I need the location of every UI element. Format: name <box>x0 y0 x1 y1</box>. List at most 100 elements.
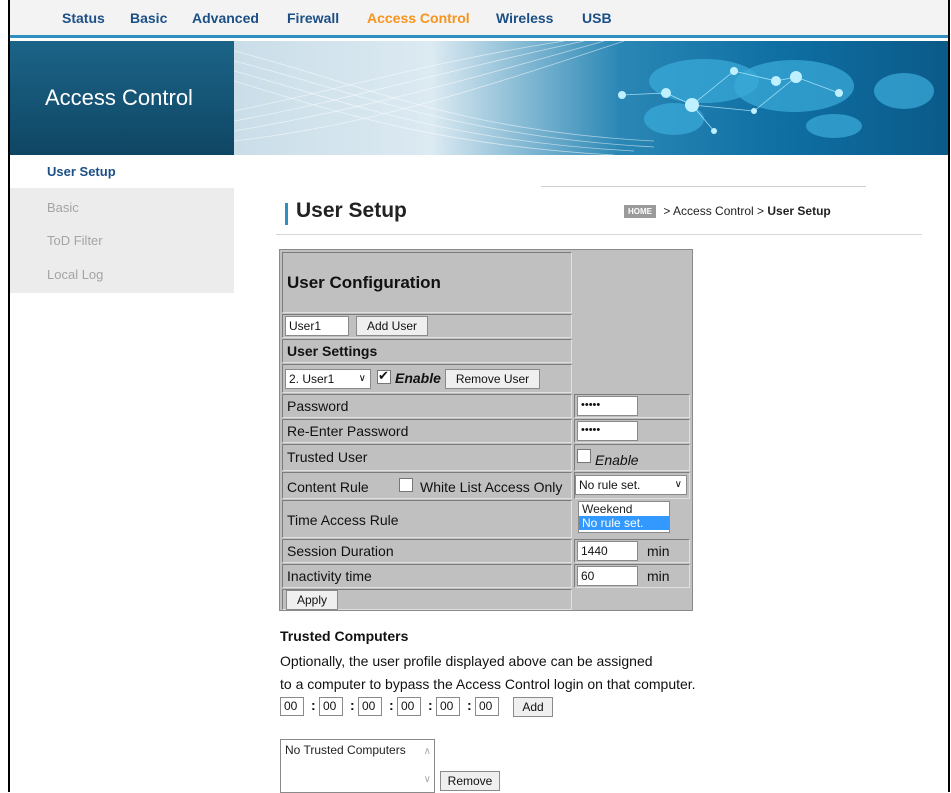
breadcrumb: HOME > Access Control > User Setup <box>624 204 831 218</box>
config-heading-cell: User Configuration <box>282 252 572 313</box>
enable-checkbox[interactable] <box>377 368 391 384</box>
user-select[interactable]: 2. User1 ∨ <box>285 369 371 389</box>
inactivity-input[interactable]: 60 <box>577 566 638 586</box>
trusted-computers-description-2: to a computer to bypass the Access Contr… <box>280 676 696 692</box>
nav-advanced[interactable]: Advanced <box>192 10 259 26</box>
add-user-row: User1 Add User <box>282 314 572 338</box>
sidebar-item-tod-filter[interactable]: ToD Filter <box>47 233 103 248</box>
sidebar-item-local-log[interactable]: Local Log <box>47 267 103 282</box>
content-rule-value-cell: No rule set. ∨ <box>574 472 690 499</box>
page-frame-right <box>948 0 950 792</box>
password-label: Password <box>287 398 349 414</box>
banner-title: Access Control <box>45 85 193 110</box>
mac-separator: : <box>311 697 316 713</box>
inactivity-label-cell: Inactivity time <box>282 564 572 588</box>
reenter-password-label-cell: Re-Enter Password <box>282 419 572 443</box>
add-trusted-computer-button[interactable]: Add <box>513 697 553 717</box>
mac-octet-1-input[interactable]: 00 <box>280 697 304 716</box>
time-access-option-no-rule[interactable]: No rule set. <box>579 516 669 530</box>
sidebar: User Setup Basic ToD Filter Local Log <box>10 155 234 293</box>
nav-usb[interactable]: USB <box>582 10 612 26</box>
sidebar-item-user-setup[interactable]: User Setup <box>47 164 116 179</box>
nav-basic[interactable]: Basic <box>130 10 167 26</box>
mac-octet-4-input[interactable]: 00 <box>397 697 421 716</box>
trusted-user-enable-label: Enable <box>595 452 639 468</box>
nav-access-control[interactable]: Access Control <box>367 10 470 26</box>
trusted-computers-list-text: No Trusted Computers <box>285 743 406 757</box>
white-list-checkbox[interactable] <box>399 478 413 492</box>
session-duration-label: Session Duration <box>287 543 394 559</box>
white-list-label: White List Access Only <box>420 479 563 495</box>
mac-octet-3-input[interactable]: 00 <box>358 697 382 716</box>
mac-octet-6-input[interactable]: 00 <box>475 697 499 716</box>
inactivity-label: Inactivity time <box>287 568 372 584</box>
time-access-label: Time Access Rule <box>287 512 399 528</box>
enable-label: Enable <box>395 370 441 386</box>
title-divider <box>276 234 922 235</box>
chevron-down-icon: ∨ <box>358 373 366 384</box>
config-heading-right-cell <box>574 252 690 393</box>
user-configuration-table: User Configuration User1 Add User User S… <box>279 249 693 611</box>
config-heading: User Configuration <box>287 273 441 292</box>
trusted-user-value-cell: Enable <box>574 444 690 471</box>
mac-separator: : <box>389 697 394 713</box>
reenter-password-label: Re-Enter Password <box>287 423 409 439</box>
nav-firewall[interactable]: Firewall <box>287 10 339 26</box>
chevron-down-icon: ∨ <box>674 479 682 490</box>
inactivity-value-cell: 60 min <box>574 564 690 588</box>
header-banner: Access Control <box>10 41 948 155</box>
scroll-up-icon[interactable]: ∧ <box>424 746 431 757</box>
mac-octet-2-input[interactable]: 00 <box>319 697 343 716</box>
content-rule-label-cell: Content Rule White List Access Only <box>282 472 572 499</box>
sidebar-active-background <box>10 155 234 188</box>
password-label-cell: Password <box>282 394 572 418</box>
scroll-down-icon[interactable]: ∨ <box>424 774 431 785</box>
mac-separator: : <box>350 697 355 713</box>
time-access-label-cell: Time Access Rule <box>282 500 572 538</box>
breadcrumb-path: > Access Control > <box>660 204 768 218</box>
session-duration-label-cell: Session Duration <box>282 539 572 563</box>
mac-separator: : <box>428 697 433 713</box>
user-select-row: 2. User1 ∨ Enable Remove User <box>282 364 572 393</box>
nav-status[interactable]: Status <box>62 10 105 26</box>
trusted-computers-list[interactable]: No Trusted Computers ∧ ∨ <box>280 739 435 793</box>
sidebar-item-basic[interactable]: Basic <box>47 200 79 215</box>
trusted-computers-title: Trusted Computers <box>280 628 409 644</box>
top-navigation: Status Basic Advanced Firewall Access Co… <box>10 0 948 38</box>
time-access-option-weekend[interactable]: Weekend <box>579 502 669 516</box>
inactivity-unit: min <box>647 568 670 584</box>
remove-trusted-computer-button[interactable]: Remove <box>440 771 500 791</box>
world-map-graphic <box>234 41 934 155</box>
user-settings-heading-cell: User Settings <box>282 339 572 363</box>
session-duration-input[interactable]: 1440 <box>577 541 638 561</box>
password-value-cell: ••••• <box>574 394 690 418</box>
user-settings-heading: User Settings <box>287 343 378 359</box>
password-input[interactable]: ••••• <box>577 396 638 416</box>
add-user-button[interactable]: Add User <box>356 316 428 336</box>
user-select-value: 2. User1 <box>289 372 335 386</box>
mac-octet-5-input[interactable]: 00 <box>436 697 460 716</box>
nav-wireless[interactable]: Wireless <box>496 10 553 26</box>
content-rule-label: Content Rule <box>287 479 369 495</box>
trusted-computers-description-1: Optionally, the user profile displayed a… <box>280 653 653 669</box>
trusted-user-label: Trusted User <box>287 449 368 465</box>
time-access-listbox[interactable]: Weekend No rule set. <box>578 501 670 533</box>
new-user-input[interactable]: User1 <box>285 316 349 336</box>
trusted-user-label-cell: Trusted User <box>282 444 572 471</box>
session-duration-value-cell: 1440 min <box>574 539 690 563</box>
reenter-password-input[interactable]: ••••• <box>577 421 638 441</box>
page-title: User Setup <box>296 199 407 222</box>
content-rule-select[interactable]: No rule set. ∨ <box>575 475 687 495</box>
home-icon[interactable]: HOME <box>624 205 656 218</box>
trusted-user-checkbox[interactable] <box>577 449 591 463</box>
apply-button[interactable]: Apply <box>286 590 338 610</box>
apply-row: Apply <box>282 589 572 610</box>
content-rule-select-value: No rule set. <box>579 478 641 492</box>
page-title-marker <box>285 203 288 225</box>
session-duration-unit: min <box>647 543 670 559</box>
breadcrumb-divider <box>541 186 866 187</box>
banner-title-box: Access Control <box>10 41 234 155</box>
remove-user-button[interactable]: Remove User <box>445 369 540 389</box>
reenter-password-value-cell: ••••• <box>574 419 690 443</box>
breadcrumb-current: User Setup <box>767 204 831 218</box>
